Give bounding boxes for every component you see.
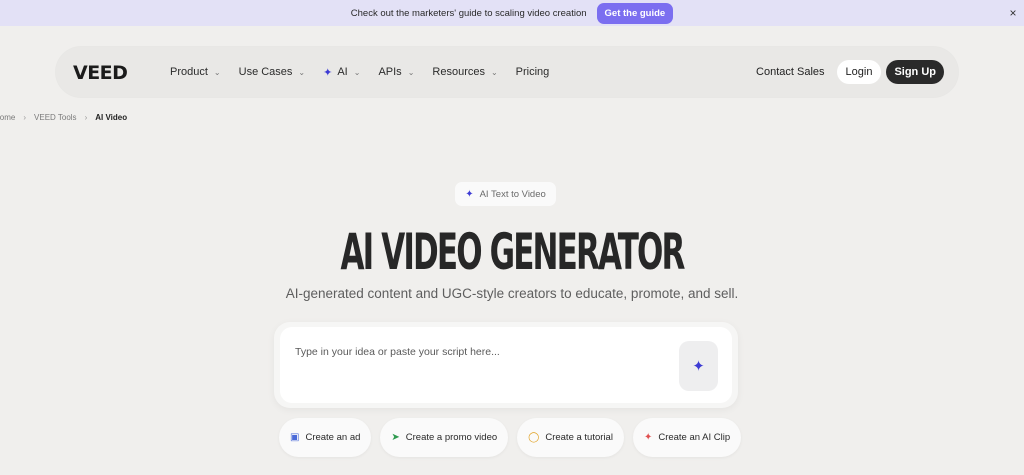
nav-item-apis[interactable]: APIs ⌄ [378, 66, 414, 78]
create-tutorial-chip[interactable]: ◯ Create a tutorial [517, 418, 624, 457]
chevron-down-icon: ⌄ [213, 67, 221, 77]
chip-label: Create a promo video [405, 432, 498, 443]
badge-label: AI Text to Video [479, 188, 546, 200]
breadcrumb-separator: › [84, 113, 88, 122]
nav-item-resources[interactable]: Resources ⌄ [432, 66, 497, 78]
create-promo-video-chip[interactable]: ➤ Create a promo video [380, 418, 509, 457]
chevron-down-icon: ⌄ [298, 67, 306, 77]
veed-logo[interactable]: VEED [73, 62, 128, 84]
create-ai-clip-chip[interactable]: ✦ Create an AI Clip [632, 418, 742, 457]
sparkle-icon: ✦ [323, 66, 333, 79]
lightbulb-icon: ◯ [528, 432, 540, 443]
breadcrumb-veed-tools[interactable]: VEED Tools [34, 113, 77, 122]
ad-icon: ▣ [290, 432, 300, 443]
generate-button[interactable]: ✦ [679, 341, 718, 391]
close-icon[interactable]: × [1006, 6, 1020, 20]
chip-label: Create a tutorial [545, 432, 613, 443]
nav-item-product[interactable]: Product ⌄ [170, 66, 221, 78]
create-ad-chip[interactable]: ▣ Create an ad [279, 418, 372, 457]
chevron-down-icon: ⌄ [353, 67, 361, 77]
sign-up-button[interactable]: Sign Up [886, 60, 944, 84]
nav-item-label: Pricing [515, 66, 550, 78]
breadcrumb-home[interactable]: Home [0, 113, 15, 122]
nav-item-label: AI [337, 66, 348, 78]
announcement-bar: Check out the marketers' guide to scalin… [0, 0, 1024, 26]
breadcrumb: Home › VEED Tools › AI Video [0, 113, 127, 122]
nav-item-label: Product [170, 66, 208, 78]
prompt-input[interactable] [295, 346, 655, 358]
nav-actions: Contact Sales Login Sign Up [756, 47, 944, 97]
chip-label: Create an AI Clip [658, 432, 731, 443]
nav-item-pricing[interactable]: Pricing [516, 66, 550, 78]
ai-text-to-video-badge: ✦ AI Text to Video [455, 182, 556, 206]
get-the-guide-button[interactable]: Get the guide [596, 2, 674, 24]
breadcrumb-separator: › [23, 113, 27, 122]
sparkle-icon: ✦ [692, 358, 705, 375]
sparkle-icon: ✦ [465, 188, 474, 200]
announcement-message: Check out the marketers' guide to scalin… [350, 7, 587, 19]
magic-wand-icon: ✦ [643, 432, 653, 443]
nav-item-label: Resources [432, 66, 485, 78]
nav-item-use-cases[interactable]: Use Cases ⌄ [239, 66, 306, 78]
nav-item-label: APIs [378, 66, 402, 78]
chevron-down-icon: ⌄ [407, 67, 415, 77]
suggestion-chips: ▣ Create an ad ➤ Create a promo video ◯ … [279, 418, 750, 457]
nav-menu: Product ⌄ Use Cases ⌄ ✦ AI ⌄ APIs ⌄ Reso… [170, 47, 567, 97]
prompt-box: ✦ [280, 327, 732, 403]
nav-item-label: Use Cases [238, 66, 293, 78]
nav-item-ai[interactable]: ✦ AI ⌄ [323, 66, 360, 79]
page-subtitle: AI-generated content and UGC-style creat… [285, 286, 739, 301]
chevron-down-icon: ⌄ [490, 67, 498, 77]
breadcrumb-current: AI Video [95, 113, 128, 122]
main-nav: VEED Product ⌄ Use Cases ⌄ ✦ AI ⌄ APIs ⌄… [56, 47, 958, 97]
login-button[interactable]: Login [836, 60, 882, 84]
page-title: AI VIDEO GENERATOR [340, 223, 686, 281]
prompt-container: ✦ [274, 322, 738, 408]
chip-label: Create an ad [305, 432, 361, 443]
megaphone-icon: ➤ [391, 432, 400, 443]
contact-sales-link[interactable]: Contact Sales [756, 66, 824, 78]
